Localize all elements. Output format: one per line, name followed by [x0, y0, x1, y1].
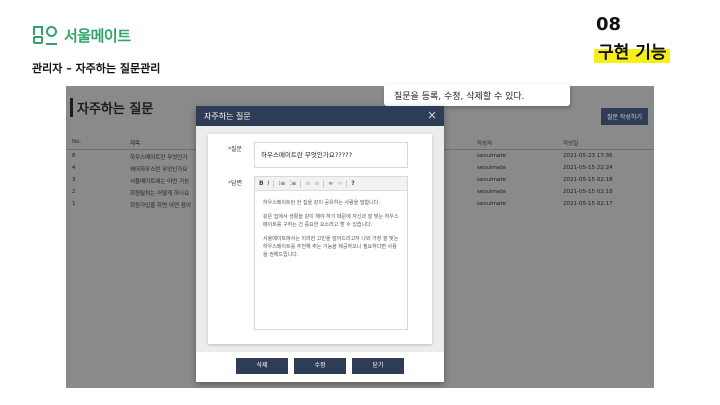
- register-question-button[interactable]: 질문 작성하기: [600, 108, 648, 125]
- ordered-list-icon[interactable]: ⁝≡: [278, 180, 285, 187]
- row-title[interactable]: 회원가입을 하면 어떤 점이: [130, 201, 196, 209]
- row-no: 2: [72, 189, 76, 195]
- faq-modal: 자주하는 질문 × *질문 하우스메이트란 무엇인가요????? *답변 B I…: [196, 106, 444, 382]
- row-title[interactable]: 쉐어하우스란 무엇인가요: [130, 165, 196, 173]
- section-number: 08: [596, 14, 622, 35]
- row-title[interactable]: 서울메이트에는 어떤 기능: [130, 177, 196, 185]
- align-left-icon[interactable]: ≡: [305, 180, 310, 187]
- modal-title: 자주하는 질문: [204, 112, 251, 121]
- row-date: 2021-05-23 17:36: [563, 153, 613, 159]
- row-title[interactable]: 회원탈퇴는 어떻게 하나요: [130, 189, 196, 197]
- feature-callout: 질문을 등록, 수정, 삭제할 수 있다.: [384, 84, 570, 106]
- answer-label: *답변: [228, 180, 243, 187]
- question-input[interactable]: 하우스메이트란 무엇인가요?????: [254, 142, 408, 168]
- row-date: 2021-05-15 22:24: [563, 165, 613, 171]
- col-title-header: 제목: [130, 141, 141, 147]
- section-title: 구현 기능: [594, 38, 671, 63]
- close-icon[interactable]: ×: [427, 108, 437, 122]
- modal-form: *질문 하우스메이트란 무엇인가요????? *답변 B I ⁝≡ ⁚≡ ≡ ≡…: [208, 134, 432, 344]
- answer-paragraph: 같은 집에서 생활을 같이 해야 하기 때문에 자신과 잘 맞는 하우스메이트를…: [263, 214, 399, 228]
- col-date-header: 작성일: [563, 141, 579, 147]
- unlink-icon[interactable]: ∞: [337, 180, 342, 187]
- align-center-icon[interactable]: ≡: [314, 180, 319, 187]
- bullet-list-icon[interactable]: ⁚≡: [289, 180, 296, 187]
- slide: 서울메이트 관리자 – 자주하는 질문관리 08 구현 기능 자주하는 질문 질…: [0, 0, 720, 405]
- modal-header: 자주하는 질문 ×: [196, 106, 444, 126]
- answer-editor[interactable]: B I ⁝≡ ⁚≡ ≡ ≡ ∞ ∞ ? 하우스메이트란 한 집을 같이 공유하는…: [254, 176, 408, 330]
- row-title[interactable]: 하우스메이트란 무엇인가: [130, 153, 196, 161]
- logo-text: 서울메이트: [64, 26, 131, 45]
- italic-button[interactable]: I: [268, 180, 270, 187]
- row-no: 1: [72, 201, 76, 207]
- editor-content[interactable]: 하우스메이트란 한 집을 같이 공유하는 사람을 말합니다. 같은 집에서 생활…: [255, 191, 407, 273]
- row-author: seoulmate: [477, 177, 506, 183]
- row-author: seoulmate: [477, 189, 506, 195]
- delete-button[interactable]: 삭제: [236, 358, 288, 374]
- close-button[interactable]: 닫기: [352, 358, 404, 374]
- col-author-header: 작성자: [477, 141, 493, 147]
- logo: 서울메이트: [32, 24, 131, 46]
- answer-paragraph: 서울메이트에서는 이러한 고민을 덜어드리고자 나와 가장 잘 맞는 하우스메이…: [263, 236, 399, 258]
- link-icon[interactable]: ∞: [328, 180, 333, 187]
- editor-toolbar: B I ⁝≡ ⁚≡ ≡ ≡ ∞ ∞ ?: [255, 177, 407, 191]
- answer-paragraph: 하우스메이트란 한 집을 같이 공유하는 사람을 말합니다.: [263, 200, 380, 206]
- page-title: 자주하는 질문: [70, 98, 153, 117]
- row-no: 8: [72, 153, 76, 159]
- modal-footer: 삭제 수정 닫기: [196, 352, 444, 382]
- row-no: 3: [72, 177, 76, 183]
- slide-subtitle: 관리자 – 자주하는 질문관리: [32, 62, 161, 75]
- row-no: 4: [72, 165, 76, 171]
- help-icon[interactable]: ?: [351, 180, 354, 187]
- row-date: 2021-05-15 02:18: [563, 177, 613, 183]
- bold-button[interactable]: B: [259, 180, 264, 187]
- logo-mark-icon: [32, 24, 60, 46]
- row-author: seoulmate: [477, 153, 506, 159]
- edit-button[interactable]: 수정: [294, 358, 346, 374]
- row-date: 2021-05-15 02:18: [563, 189, 613, 195]
- row-author: seoulmate: [477, 201, 506, 207]
- col-no-header: No.: [72, 139, 82, 145]
- question-label: *질문: [228, 146, 243, 153]
- row-date: 2021-05-15 02:17: [563, 201, 613, 207]
- row-author: seoulmate: [477, 165, 506, 171]
